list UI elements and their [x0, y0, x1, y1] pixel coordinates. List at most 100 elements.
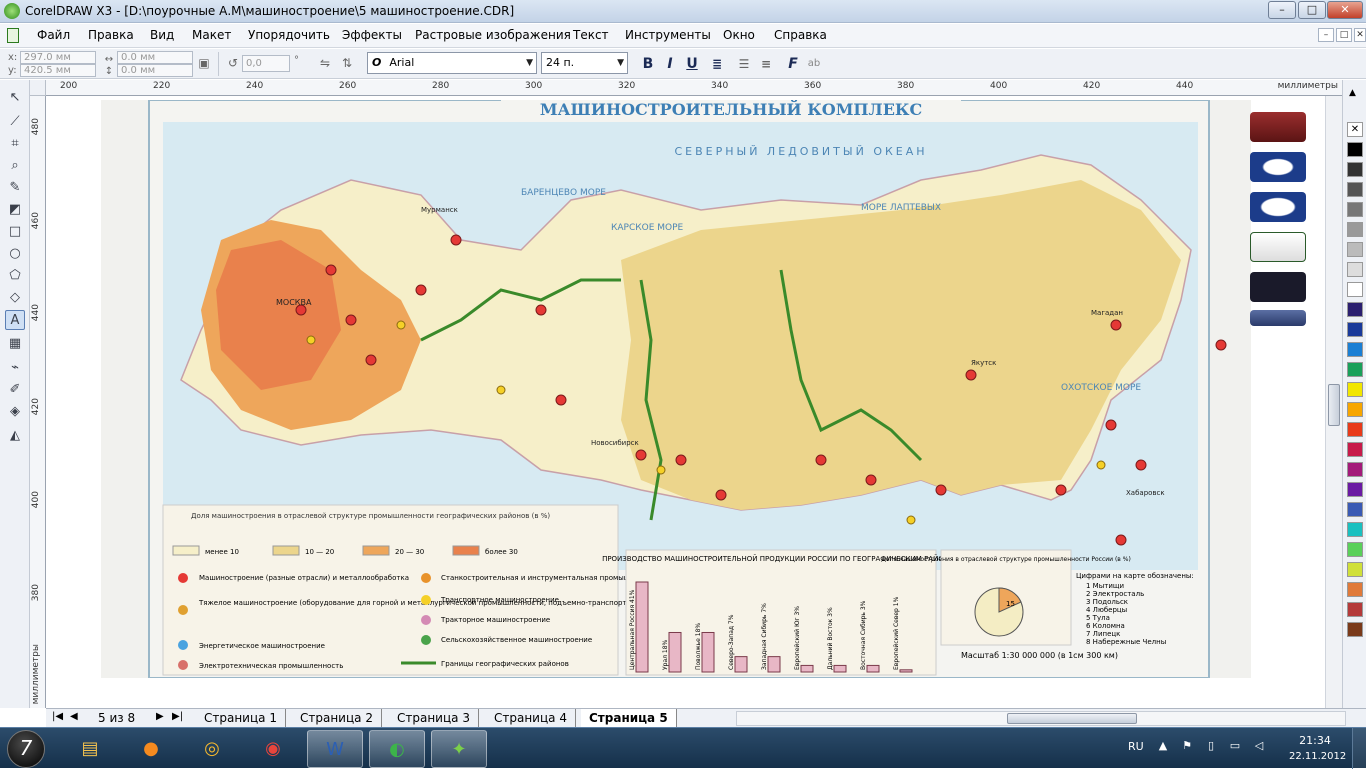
close-button[interactable]: ✕: [1327, 1, 1363, 19]
app-icon[interactable]: ◎: [184, 730, 240, 768]
maximize-button[interactable]: □: [1298, 1, 1326, 19]
drawing-canvas[interactable]: МАШИНОСТРОИТЕЛЬНЫЙ КОМПЛЕКС СЕВЕРНЫЙ ЛЕД…: [46, 96, 1342, 708]
color-swatch[interactable]: [1347, 602, 1363, 617]
tray-arrow-icon[interactable]: ▲: [1156, 739, 1170, 753]
color-swatch[interactable]: [1347, 282, 1363, 297]
corel-capture-icon[interactable]: ✦: [431, 730, 487, 768]
menu-tools[interactable]: Инструменты: [625, 28, 711, 42]
height-field[interactable]: 0.0 мм: [117, 64, 193, 77]
palette-up-icon[interactable]: ▲: [1349, 88, 1356, 98]
color-swatch[interactable]: [1347, 362, 1363, 377]
fill-tool-icon[interactable]: ◈: [5, 402, 25, 422]
color-swatch[interactable]: [1347, 622, 1363, 637]
horizontal-scrollbar[interactable]: [736, 711, 1346, 726]
menu-help[interactable]: Справка: [774, 28, 827, 42]
menu-view[interactable]: Вид: [150, 28, 174, 42]
doc-minimize-button[interactable]: –: [1318, 28, 1334, 42]
color-swatch[interactable]: [1347, 262, 1363, 277]
device-icon[interactable]: ▯: [1204, 739, 1218, 753]
menu-layout[interactable]: Макет: [192, 28, 231, 42]
font-name-select[interactable]: O Arial ▼: [367, 52, 537, 74]
next-page-icon[interactable]: ▶: [156, 711, 164, 722]
basic-shapes-tool-icon[interactable]: ◇: [5, 288, 25, 308]
menu-bitmaps[interactable]: Растровые изображения: [415, 28, 571, 42]
lock-ratio-icon[interactable]: ▣: [195, 54, 213, 72]
last-page-icon[interactable]: ▶|: [172, 711, 183, 722]
outline-tool-icon[interactable]: ✐: [5, 380, 25, 400]
color-swatch[interactable]: [1347, 202, 1363, 217]
language-indicator[interactable]: RU: [1128, 740, 1144, 753]
color-swatch[interactable]: [1347, 382, 1363, 397]
clock-date[interactable]: 22.11.2012: [1289, 751, 1346, 762]
ellipse-tool-icon[interactable]: ○: [5, 244, 25, 264]
interactive-blend-tool-icon[interactable]: ▦: [5, 334, 25, 354]
interactive-fill-tool-icon[interactable]: ◭: [5, 426, 25, 446]
scroll-thumb[interactable]: [1328, 384, 1340, 426]
bold-button[interactable]: B: [639, 55, 657, 73]
color-swatch[interactable]: [1347, 422, 1363, 437]
y-position-field[interactable]: 420.5 мм: [20, 64, 96, 77]
explorer-icon[interactable]: ▤: [62, 730, 118, 768]
doc-restore-button[interactable]: □: [1336, 28, 1352, 42]
show-desktop-button[interactable]: [1352, 728, 1366, 769]
text-tool-icon[interactable]: A: [5, 310, 25, 330]
clock-time[interactable]: 21:34: [1289, 734, 1341, 747]
volume-icon[interactable]: ◁: [1252, 739, 1266, 753]
menu-window[interactable]: Окно: [723, 28, 755, 42]
color-swatch[interactable]: [1347, 502, 1363, 517]
scroll-thumb[interactable]: [1007, 713, 1137, 724]
doc-close-button[interactable]: ✕: [1354, 28, 1366, 42]
format-text-button[interactable]: F: [784, 55, 802, 73]
menu-edit[interactable]: Правка: [88, 28, 134, 42]
x-position-field[interactable]: 297.0 мм: [20, 51, 96, 64]
color-swatch[interactable]: [1347, 162, 1363, 177]
color-swatch[interactable]: [1347, 482, 1363, 497]
zoom-tool-icon[interactable]: ⌕: [5, 156, 25, 176]
menu-effects[interactable]: Эффекты: [342, 28, 402, 42]
page-tab[interactable]: Страница 4: [486, 709, 576, 727]
bullet-list-icon[interactable]: ☰: [735, 55, 753, 73]
vertical-ruler[interactable]: 480 460 440 420 400 380 миллиметры: [30, 96, 46, 708]
font-size-select[interactable]: 24 п. ▼: [541, 52, 628, 74]
page-tab[interactable]: Страница 2: [292, 709, 382, 727]
color-swatch[interactable]: [1347, 522, 1363, 537]
minimize-button[interactable]: –: [1268, 1, 1296, 19]
freehand-tool-icon[interactable]: ✎: [5, 178, 25, 198]
eyedropper-tool-icon[interactable]: ⌁: [5, 358, 25, 378]
smart-fill-tool-icon[interactable]: ◩: [5, 200, 25, 220]
color-swatch[interactable]: [1347, 402, 1363, 417]
color-swatch[interactable]: [1347, 442, 1363, 457]
shape-tool-icon[interactable]: ⟋: [5, 112, 25, 132]
align-icon[interactable]: ≣: [708, 55, 726, 73]
horizontal-ruler[interactable]: 200 220 240 260 280 300 320 340 360 380 …: [46, 80, 1342, 96]
polygon-tool-icon[interactable]: ⬠: [5, 266, 25, 286]
map-image[interactable]: МАШИНОСТРОИТЕЛЬНЫЙ КОМПЛЕКС СЕВЕРНЫЙ ЛЕД…: [101, 100, 1251, 678]
color-swatch[interactable]: [1347, 242, 1363, 257]
drop-cap-icon[interactable]: ≡: [757, 55, 775, 73]
prev-page-icon[interactable]: ◀: [70, 711, 78, 722]
mirror-h-icon[interactable]: ⇋: [316, 54, 334, 72]
color-swatch[interactable]: [1347, 582, 1363, 597]
underline-button[interactable]: U: [683, 55, 701, 73]
document-icon[interactable]: [7, 28, 19, 43]
edit-text-icon[interactable]: ab: [805, 55, 823, 73]
mirror-v-icon[interactable]: ⇅: [338, 54, 356, 72]
menu-text[interactable]: Текст: [573, 28, 609, 42]
menu-file[interactable]: Файл: [37, 28, 70, 42]
coreldraw-taskbar-icon[interactable]: ◐: [369, 730, 425, 768]
color-swatch[interactable]: [1347, 302, 1363, 317]
flag-icon[interactable]: ⚑: [1180, 739, 1194, 753]
color-swatch[interactable]: [1347, 182, 1363, 197]
word-icon[interactable]: W: [307, 730, 363, 768]
color-swatch[interactable]: [1347, 562, 1363, 577]
crop-tool-icon[interactable]: ⌗: [5, 134, 25, 154]
page-tab[interactable]: Страница 3: [389, 709, 479, 727]
width-field[interactable]: 0.0 мм: [117, 51, 193, 64]
italic-button[interactable]: I: [661, 55, 679, 73]
color-swatch[interactable]: [1347, 462, 1363, 477]
network-icon[interactable]: ▭: [1228, 739, 1242, 753]
no-fill-swatch[interactable]: ✕: [1347, 122, 1363, 137]
color-swatch[interactable]: [1347, 322, 1363, 337]
rectangle-tool-icon[interactable]: □: [5, 222, 25, 242]
chrome-icon[interactable]: ◉: [245, 730, 301, 768]
